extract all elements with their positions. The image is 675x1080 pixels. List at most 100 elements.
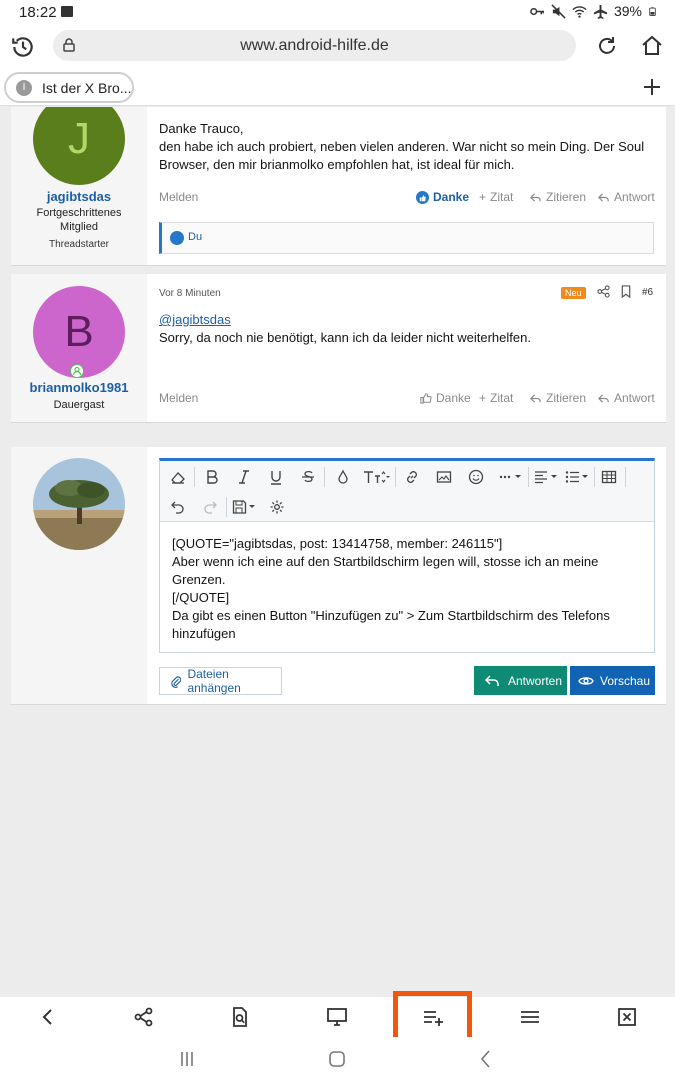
user-title: Dauergast (53, 399, 105, 411)
user-title: Fortgeschrittenes Mitglied (36, 207, 122, 233)
share-icon[interactable] (597, 285, 610, 298)
menu-icon[interactable] (519, 1006, 541, 1028)
username[interactable]: jagibtsdas (11, 189, 147, 204)
bold-icon[interactable] (202, 467, 222, 487)
image-icon[interactable] (434, 467, 454, 487)
nav-back-icon[interactable] (476, 1049, 496, 1069)
url-text: www.android-hilfe.de (240, 37, 389, 54)
editor-toolbar (160, 461, 654, 522)
font-size-icon[interactable] (363, 467, 391, 487)
reply-icon (598, 393, 609, 403)
thanks-label: Danke (433, 190, 470, 204)
address-bar[interactable]: www.android-hilfe.de (53, 30, 576, 61)
close-tab-icon[interactable] (616, 1006, 638, 1028)
recent-apps-icon[interactable] (177, 1049, 197, 1069)
user-panel: J jagibtsdas Fortgeschrittenes Mitglied … (11, 107, 147, 265)
text-color-icon[interactable] (333, 467, 353, 487)
reply-label: Antwort (614, 190, 655, 204)
mute-icon (551, 3, 566, 19)
attach-files-label: Dateien anhängen (187, 667, 241, 695)
reply-form: [QUOTE="jagibtsdas, post: 13414758, memb… (147, 447, 666, 704)
browser-tab[interactable]: I Ist der X Bro... (4, 72, 134, 103)
settings-icon[interactable] (267, 497, 287, 517)
find-in-page-icon[interactable] (229, 1006, 251, 1028)
quote-plus-button[interactable]: + Zitat (479, 190, 513, 204)
thanks-label: Danke (436, 391, 471, 405)
editor-content[interactable]: [QUOTE="jagibtsdas, post: 13414758, memb… (172, 535, 642, 643)
likes-summary[interactable]: Du (159, 222, 654, 254)
preview-button-label: Vorschau (600, 673, 651, 688)
list-icon[interactable] (565, 467, 591, 487)
post-date[interactable]: Vor 8 Minuten (159, 288, 221, 299)
more-options-icon[interactable] (498, 467, 524, 487)
reply-button[interactable]: Antworten (474, 666, 567, 695)
new-badge: Neu (561, 287, 586, 299)
quote-button[interactable]: Zitieren (529, 391, 586, 405)
report-link[interactable]: Melden (159, 190, 198, 204)
avatar-letter: J (68, 114, 90, 163)
italic-icon[interactable] (234, 467, 254, 487)
eye-icon (578, 676, 594, 685)
thanks-button[interactable]: Danke (416, 190, 469, 204)
bookmark-icon[interactable] (620, 285, 632, 298)
editor-line: Da gibt es einen Button "Hinzufügen zu" … (172, 608, 610, 641)
new-tab-icon[interactable] (641, 76, 663, 98)
home-icon[interactable] (640, 34, 664, 58)
tab-title: Ist der X Bro... (42, 80, 132, 96)
quote-plus-label: Zitat (490, 391, 514, 405)
reply-link[interactable]: Antwort (597, 391, 655, 405)
home-button-icon[interactable] (327, 1049, 347, 1069)
emoji-icon[interactable] (466, 467, 486, 487)
strikethrough-icon[interactable] (298, 467, 318, 487)
post-brianmolko1981: B brianmolko1981 Dauergast Vor 8 Minuten… (11, 274, 666, 423)
user-mention[interactable]: @jagibtsdas (159, 312, 231, 327)
eraser-icon[interactable] (168, 467, 188, 487)
message-line: Sorry, da noch nie benötigt, kann ich da… (159, 330, 531, 345)
align-icon[interactable] (534, 467, 560, 487)
battery-icon (649, 6, 656, 16)
avatar[interactable] (33, 458, 125, 550)
editor-line: [/QUOTE] (172, 590, 230, 605)
browser-bottom-bar (0, 997, 675, 1037)
thanks-button[interactable]: Danke (419, 391, 471, 405)
airplane-icon (593, 4, 608, 19)
android-nav-bar (0, 1037, 675, 1080)
reply-link[interactable]: Antwort (597, 190, 655, 204)
wifi-icon (572, 5, 587, 18)
desktop-site-icon[interactable] (326, 1006, 348, 1028)
post-number[interactable]: #6 (642, 287, 653, 298)
username[interactable]: brianmolko1981 (11, 380, 147, 395)
post-jagibtsdas: J jagibtsdas Fortgeschrittenes Mitglied … (11, 107, 666, 266)
user-panel (11, 447, 147, 704)
back-icon[interactable] (37, 1006, 59, 1028)
post-actions: Melden Danke + Zitat Zitieren Antwort (159, 391, 655, 411)
message-line: den habe ich auch probiert, neben vielen… (159, 139, 645, 172)
threadstarter-badge: Threadstarter (48, 239, 110, 250)
rich-text-editor: [QUOTE="jagibtsdas, post: 13414758, memb… (159, 458, 655, 653)
share-icon[interactable] (133, 1006, 155, 1028)
browser-toolbar: www.android-hilfe.de (0, 26, 675, 68)
avatar[interactable]: J (33, 107, 125, 185)
quote-button[interactable]: Zitieren (529, 190, 586, 204)
reply-icon (484, 674, 499, 686)
underline-icon[interactable] (266, 467, 286, 487)
history-icon[interactable] (10, 34, 36, 60)
reload-icon[interactable] (595, 34, 619, 58)
undo-icon[interactable] (168, 497, 188, 517)
quick-reply: [QUOTE="jagibtsdas, post: 13414758, memb… (11, 447, 666, 705)
link-icon[interactable] (402, 467, 422, 487)
key-icon (530, 7, 545, 15)
preview-button[interactable]: Vorschau (570, 666, 655, 695)
forum-thread: J jagibtsdas Fortgeschrittenes Mitglied … (0, 107, 675, 997)
reply-button-label: Antworten (508, 673, 563, 688)
table-icon[interactable] (599, 467, 619, 487)
quote-plus-button[interactable]: + Zitat (479, 391, 513, 405)
post-message: @jagibtsdas Sorry, da noch nie benötigt,… (159, 311, 656, 347)
attach-files-button[interactable]: Dateien anhängen (159, 667, 282, 695)
report-link[interactable]: Melden (159, 391, 198, 405)
editor-line: Aber wenn ich eine auf den Startbildschi… (172, 554, 599, 587)
post-message: Danke Trauco, den habe ich auch probiert… (159, 120, 656, 174)
quote-plus-label: Zitat (490, 190, 514, 204)
drafts-icon[interactable] (232, 497, 258, 517)
redo-icon[interactable] (200, 497, 220, 517)
